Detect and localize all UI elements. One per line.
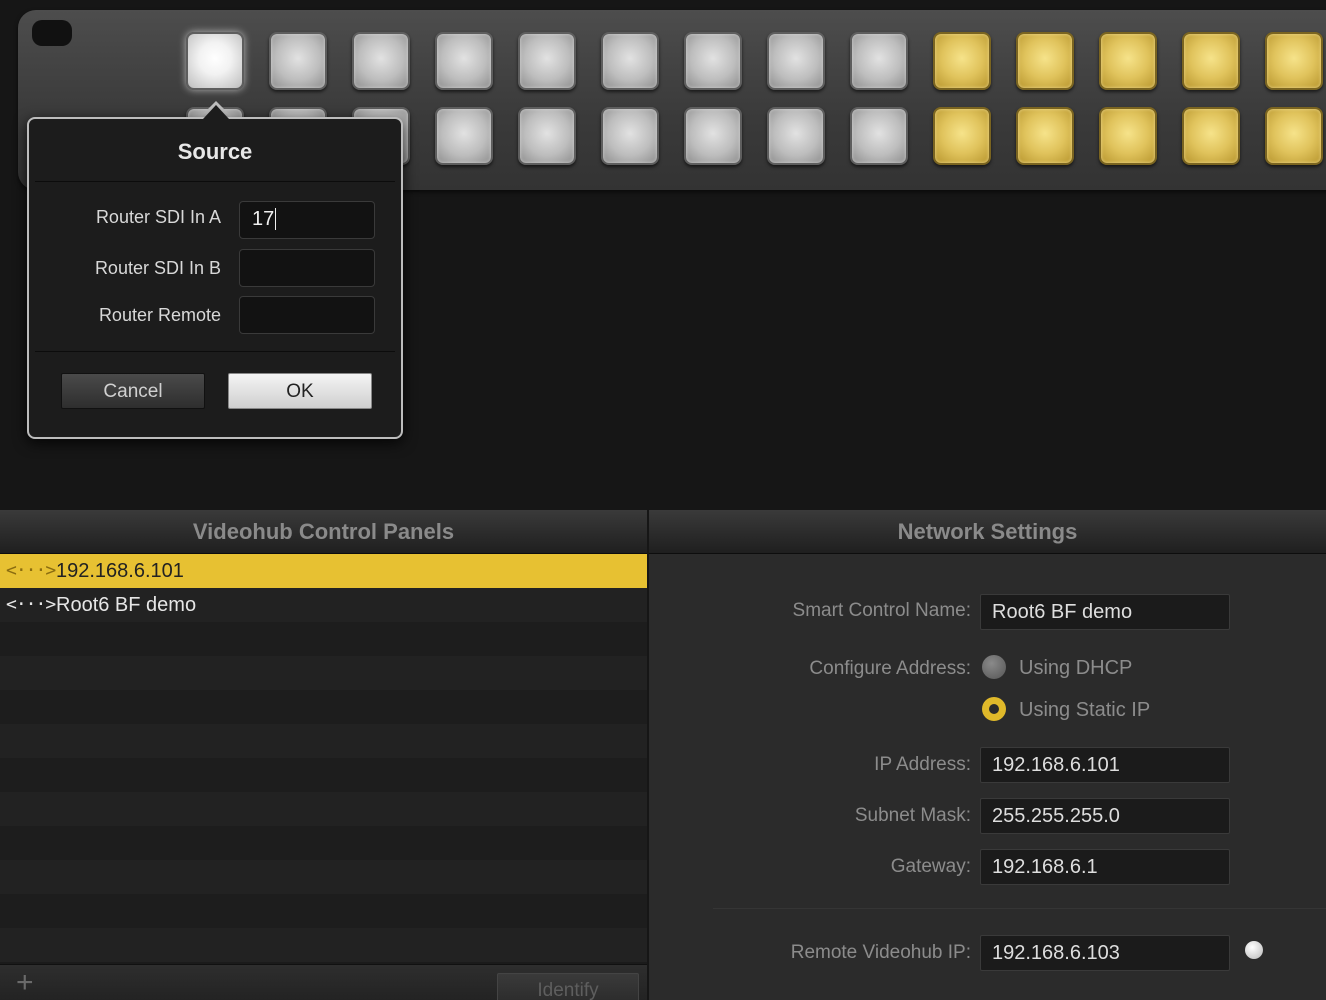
empty-row [0,690,647,724]
list-item[interactable]: <···> Root6 BF demo [0,588,647,622]
panel-key[interactable] [435,107,493,165]
source-dialog: Source Router SDI In A 17 Router SDI In … [27,117,403,439]
subnet-mask-label: Subnet Mask: [854,805,971,826]
panel-key[interactable] [518,107,576,165]
router-remote-label: Router Remote [98,305,221,325]
panel-key-gold[interactable] [1099,107,1157,165]
empty-row [0,724,647,758]
panel-key-gold[interactable] [1099,32,1157,90]
empty-row [0,792,647,826]
panel-key-gold[interactable] [1182,32,1240,90]
panel-key[interactable] [518,32,576,90]
ip-address-value: 192.168.6.101 [992,754,1120,776]
remote-videohub-ip-input[interactable]: 192.168.6.103 [980,935,1230,971]
dialog-divider [35,351,395,352]
connection-status-icon [1245,941,1263,959]
settings-divider [713,908,1326,909]
gateway-input[interactable]: 192.168.6.1 [980,849,1230,885]
router-sdi-in-b-label: Router SDI In B [94,258,221,278]
list-footer: + Identify [0,964,647,1000]
list-item-label: 192.168.6.101 [56,560,184,582]
panel-key[interactable] [684,32,742,90]
ip-address-label: IP Address: [874,754,971,775]
smart-control-name-input[interactable]: Root6 BF demo [980,594,1230,630]
app-window: Source Router SDI In A 17 Router SDI In … [0,0,1326,1000]
router-sdi-in-a-input[interactable]: 17 [239,201,375,239]
cancel-button[interactable]: Cancel [61,373,205,409]
router-sdi-in-a-value: 17 [252,208,275,230]
static-ip-radio[interactable] [982,697,1006,721]
dialog-pointer-inner [203,105,229,119]
empty-row [0,928,647,962]
panel-key[interactable] [601,107,659,165]
panel-key[interactable] [767,32,825,90]
ip-address-input[interactable]: 192.168.6.101 [980,747,1230,783]
configure-address-label: Configure Address: [809,658,971,679]
network-arrows-icon: <···> [6,594,56,615]
panel-key-gold[interactable] [1265,107,1323,165]
panel-key-gold[interactable] [1182,107,1240,165]
router-remote-input[interactable] [239,296,375,334]
network-settings-pane: Network Settings Smart Control Name: Roo… [649,510,1326,1000]
panel-key[interactable] [684,107,742,165]
control-panels-list: <···> 192.168.6.101 <···> Root6 BF demo [0,554,647,962]
panel-key-gold[interactable] [1016,32,1074,90]
empty-row [0,656,647,690]
ok-button[interactable]: OK [228,373,372,409]
panel-key[interactable] [352,32,410,90]
panel-key[interactable] [850,107,908,165]
network-arrows-icon: <···> [6,560,56,581]
panel-key-gold[interactable] [933,32,991,90]
panel-key-gold[interactable] [1265,32,1323,90]
static-ip-radio-label[interactable]: Using Static IP [1019,699,1150,722]
list-item[interactable]: <···> 192.168.6.101 [0,554,647,588]
router-sdi-in-a-label: Router SDI In A [95,207,221,227]
panel-key[interactable] [601,32,659,90]
panel-key[interactable] [269,32,327,90]
panel-key[interactable] [850,32,908,90]
empty-row [0,826,647,860]
router-sdi-in-b-input[interactable] [239,249,375,287]
control-panels-title: Videohub Control Panels [0,510,647,554]
gateway-value: 192.168.6.1 [992,856,1098,878]
panel-key[interactable] [435,32,493,90]
empty-row [0,622,647,656]
empty-row [0,894,647,928]
control-panels-pane: Videohub Control Panels <···> 192.168.6.… [0,510,647,1000]
dhcp-radio[interactable] [982,655,1006,679]
panel-key-gold[interactable] [933,107,991,165]
smart-control-name-value: Root6 BF demo [992,601,1133,623]
remote-videohub-ip-label: Remote Videohub IP: [790,942,971,963]
panel-mount-hole [32,20,72,46]
smart-control-name-label: Smart Control Name: [792,600,971,621]
network-settings-title: Network Settings [649,510,1326,554]
panel-key[interactable] [767,107,825,165]
add-icon[interactable]: + [16,967,34,999]
gateway-label: Gateway: [890,856,971,877]
empty-row [0,758,647,792]
subnet-mask-value: 255.255.255.0 [992,805,1120,827]
dialog-divider [35,181,395,182]
list-item-label: Root6 BF demo [56,594,197,616]
panel-key[interactable] [186,32,244,90]
dhcp-radio-label[interactable]: Using DHCP [1019,657,1132,680]
empty-row [0,860,647,894]
subnet-mask-input[interactable]: 255.255.255.0 [980,798,1230,834]
remote-videohub-ip-value: 192.168.6.103 [992,942,1120,964]
panel-key-gold[interactable] [1016,107,1074,165]
identify-button[interactable]: Identify [497,973,639,1000]
dialog-title: Source [177,139,253,164]
